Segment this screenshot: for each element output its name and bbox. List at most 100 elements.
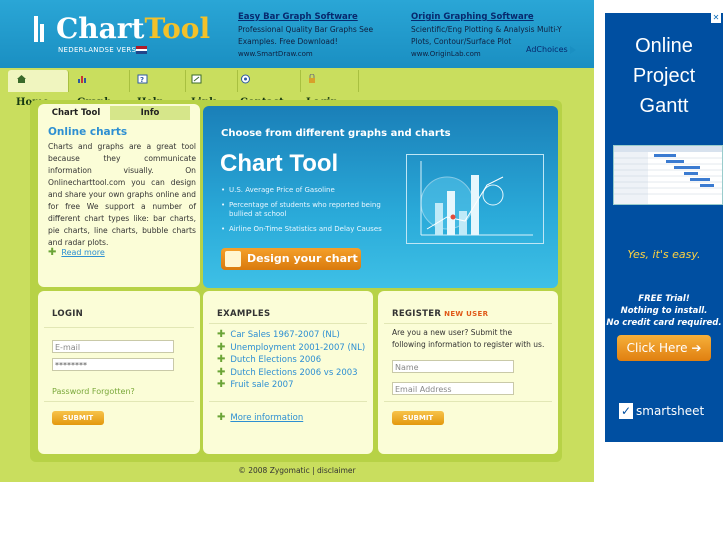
hero-bullet: Percentage of students who reported bein…: [221, 201, 391, 219]
plus-icon: ✚: [217, 379, 226, 391]
example-link-unemployment[interactable]: ✚ Unemployment 2001-2007 (NL): [217, 342, 365, 355]
email-field[interactable]: E-mail: [52, 340, 174, 353]
example-link-car-sales[interactable]: ✚ Car Sales 1967-2007 (NL): [217, 329, 365, 342]
plus-icon: ✚: [48, 247, 57, 258]
graph-icon: [77, 71, 88, 83]
hero-heading: Choose from different graphs and charts: [221, 128, 451, 139]
login-heading: LOGIN: [52, 309, 84, 319]
divider: [384, 323, 552, 324]
example-link-elections-2006-vs-2003[interactable]: ✚ Dutch Elections 2006 vs 2003: [217, 367, 365, 380]
login-icon: [306, 71, 317, 83]
side-ad-trial-line: FREE Trial!: [638, 294, 690, 304]
home-icon: [16, 71, 27, 83]
adchoices-label: AdChoices: [526, 45, 568, 54]
plus-icon: ✚: [217, 329, 226, 340]
footer: © 2008 Zygomatic | disclaimer: [238, 466, 356, 475]
pencil-icon: [225, 251, 241, 267]
password-forgotten-link[interactable]: Password Forgotten?: [52, 387, 135, 396]
intro-panel: Chart Tool Info Online charts Charts and…: [38, 104, 200, 287]
hero-banner: Choose from different graphs and charts …: [203, 106, 558, 288]
example-label: Fruit sale 2007: [230, 380, 294, 391]
plus-icon: ✚: [217, 354, 226, 366]
header-ad-1-description: Professional Quality Bar Graphs See Exam…: [238, 25, 374, 46]
svg-text:?: ?: [140, 76, 144, 84]
divider: [44, 401, 194, 402]
site-header: ChartTool NEDERLANDSE VERSIE Easy Bar Gr…: [0, 0, 594, 68]
nav-item-graph[interactable]: Graph: [69, 70, 130, 108]
side-ad-title: Online Project Gantt: [605, 31, 723, 121]
hero-bullet: U.S. Average Price of Gasoline: [221, 186, 391, 195]
nav-item-contact[interactable]: Contact: [232, 70, 301, 108]
divider: [44, 327, 194, 328]
login-panel: LOGIN E-mail ******** Password Forgotten…: [38, 291, 200, 454]
nav-item-link[interactable]: Link: [183, 70, 238, 108]
nav-item-login[interactable]: Login: [298, 70, 359, 108]
example-label: Unemployment 2001-2007 (NL): [230, 342, 366, 353]
intro-body: Charts and graphs are a great tool becau…: [48, 142, 196, 247]
tab-info[interactable]: Info: [110, 106, 190, 120]
arrow-right-icon: ➔: [691, 341, 702, 355]
nav-item-home[interactable]: Home: [8, 70, 69, 108]
example-label: Car Sales 1967-2007 (NL): [230, 330, 340, 340]
divider: [209, 323, 367, 324]
more-information-link[interactable]: ✚ More information: [217, 412, 303, 423]
chart-illustration-icon: [420, 161, 533, 236]
header-ad-1-url[interactable]: www.SmartDraw.com: [238, 50, 388, 58]
intro-heading: Online charts: [48, 126, 128, 138]
hero-title: Chart Tool: [220, 150, 339, 177]
checkmark-icon: ✓: [619, 403, 633, 419]
register-title: REGISTER: [392, 309, 442, 319]
dutch-version-link[interactable]: NEDERLANDSE VERSIE: [58, 46, 143, 54]
site-logo[interactable]: ChartTool NEDERLANDSE VERSIE: [34, 12, 224, 58]
adchoices-link[interactable]: AdChoices: [526, 45, 576, 54]
plus-icon: ✚: [217, 341, 226, 353]
example-label: Dutch Elections 2006 vs 2003: [230, 367, 358, 378]
examples-panel: EXAMPLES ✚ Car Sales 1967-2007 (NL) ✚ Unem…: [203, 291, 373, 454]
help-icon: ?: [137, 71, 148, 84]
contact-icon: [240, 71, 251, 84]
side-ad-title-line: Project: [632, 65, 696, 87]
nav-item-help[interactable]: ?Help: [129, 70, 186, 108]
hero-chart-illustration: [406, 154, 544, 244]
header-ad-1-title[interactable]: Easy Bar Graph Software: [238, 12, 388, 22]
plus-icon: ✚: [217, 412, 226, 423]
side-advertisement[interactable]: ✕ Online Project Gantt Yes, it's easy. F…: [605, 13, 723, 442]
password-field[interactable]: ********: [52, 358, 174, 371]
example-link-elections-2006[interactable]: ✚ Dutch Elections 2006: [217, 354, 365, 367]
smartsheet-brand: smartsheet: [636, 404, 705, 418]
hero-bullets: U.S. Average Price of Gasoline Percentag…: [221, 186, 391, 240]
name-field[interactable]: Name: [392, 360, 514, 373]
design-chart-button[interactable]: Design your chart: [221, 248, 361, 270]
divider: [384, 401, 552, 402]
dutch-flag-icon[interactable]: [136, 46, 147, 54]
examples-heading: EXAMPLES: [217, 309, 271, 319]
register-panel: REGISTER NEW USER Are you a new user? Sub…: [378, 291, 558, 454]
header-ad-2-title[interactable]: Origin Graphing Software: [411, 12, 581, 22]
logo-text: ChartTool: [56, 12, 211, 45]
examples-list: ✚ Car Sales 1967-2007 (NL) ✚ Unemployment …: [217, 329, 365, 392]
register-heading: REGISTER NEW USER: [392, 309, 488, 319]
click-here-button[interactable]: Click Here ➔: [617, 335, 711, 361]
header-ad-1[interactable]: Easy Bar Graph Software Professional Qua…: [238, 12, 388, 58]
read-more-label: Read more: [61, 248, 105, 257]
design-chart-label: Design your chart: [247, 252, 358, 265]
divider: [209, 401, 367, 402]
more-information-label: More information: [230, 413, 304, 423]
login-submit-button[interactable]: SUBMIT: [52, 411, 104, 425]
gantt-screenshot-image: [613, 145, 723, 205]
logo-bars-icon: [34, 16, 46, 42]
register-submit-button[interactable]: SUBMIT: [392, 411, 444, 425]
email-address-field[interactable]: Email Address: [392, 382, 514, 395]
example-link-fruit-sale[interactable]: ✚ Fruit sale 2007: [217, 379, 365, 392]
side-ad-trial-text: FREE Trial! Nothing to install. No credi…: [605, 293, 723, 329]
tab-chart-tool[interactable]: Chart Tool: [44, 106, 108, 120]
smartsheet-logo: ✓ smartsheet: [619, 403, 704, 419]
ad-close-icon[interactable]: ✕: [711, 13, 721, 23]
click-here-label: Click Here: [626, 341, 688, 355]
side-ad-tagline: Yes, it's easy.: [627, 248, 701, 261]
main-nav: Home Graph ?Help Link Contact Login: [0, 68, 594, 108]
side-ad-trial-line: Nothing to install.: [620, 306, 708, 316]
read-more-link[interactable]: ✚ Read more: [48, 247, 105, 258]
plus-icon: ✚: [217, 366, 226, 378]
adchoices-icon: [569, 45, 576, 54]
